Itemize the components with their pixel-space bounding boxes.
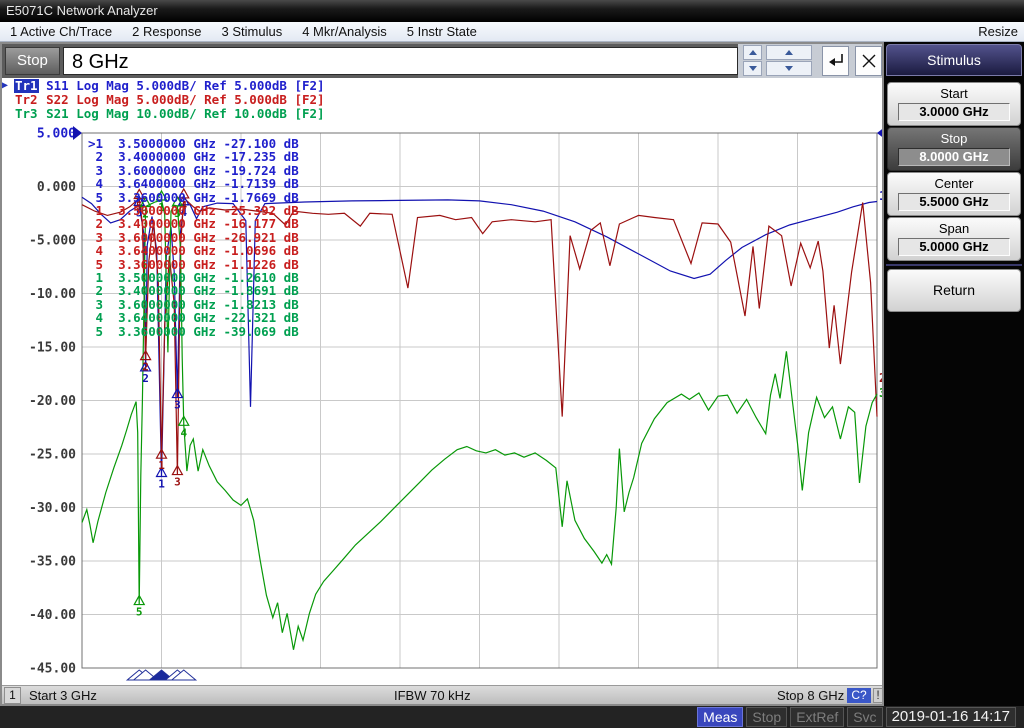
marker-number-label: 1 [158,459,165,472]
y-axis-tick-label: -5.000 [29,234,76,249]
trace-def-tr2[interactable]: Tr2 S22 Log Mag 5.000dB/ Ref 5.000dB [F2… [2,93,882,107]
arrow-down-icon [785,66,793,71]
e5071c-screen: E5071C Network Analyzer 1 Active Ch/Trac… [0,0,1024,728]
softkey-menu-title: Stimulus [886,44,1022,76]
softkey-span-label: Span [888,221,1020,236]
menu-stimulus[interactable]: 3 Stimulus [212,24,293,39]
softkey-return[interactable]: Return [887,269,1021,312]
trace-edge-label: 1 [879,189,882,203]
y-axis-tick-label: -25.00 [29,448,76,463]
ref-level-arrow-left-icon [73,126,82,140]
channel-start-label: Start 3 GHz [29,688,97,703]
active-trace-arrow-icon: ▶ [2,79,14,93]
trace1-def: S11 Log Mag 5.000dB/ Ref 5.000dB [F2] [39,79,325,93]
step-down-small-button[interactable] [743,61,762,76]
trace-definitions: ▶Tr1 S11 Log Mag 5.000dB/ Ref 5.000dB [F… [2,79,882,123]
status-meas: Meas [697,707,743,727]
softkey-sidebar: Stimulus Start 3.0000 GHz Stop 8.0000 GH… [884,42,1024,706]
y-axis-tick-label: 0.000 [37,180,76,195]
y-axis-tick-label: -30.00 [29,501,76,516]
marker-number-label: 2 [142,207,149,220]
menu-bar: 1 Active Ch/Trace 2 Response 3 Stimulus … [0,22,1024,42]
softkey-return-label: Return [933,282,975,298]
trace3-def: S21 Log Mag 10.00dB/ Ref 10.00dB [F2] [39,107,325,121]
marker-number-label: 3 [174,207,181,220]
softkey-center-label: Center [888,176,1020,191]
arrow-up-icon [785,50,793,55]
spacer [2,93,14,107]
softkey-separator [886,264,1022,266]
marker-number-label: 4 [180,426,187,439]
channel-number-badge: 1 [4,687,21,704]
trace2-id: Tr2 [14,93,39,107]
step-up-button[interactable] [766,45,812,60]
instrument-status-bar: Meas Stop ExtRef Svc 2019-01-16 14:17 [0,706,1024,728]
y-axis-tick-label: -45.00 [29,662,76,677]
y-axis-tick-label: 5.000 [37,127,76,142]
marker-number-label: 1 [158,477,165,490]
graph-area: 5.000 0.000 -5.000 -10.00 -15.00 -20.00 -25.00… [2,123,882,688]
softkey-span-value: 5.0000 GHz [898,238,1010,256]
trace-edge-label: 3 [879,386,882,400]
arrow-up-icon [749,50,757,55]
y-axis-tick-label: -15.00 [29,341,76,356]
status-datetime: 2019-01-16 14:17 [886,707,1016,727]
marker-number-label: 1 [158,201,165,214]
y-axis-tick-label: -20.00 [29,394,76,409]
marker-number-label: 2 [142,361,149,374]
spacer [2,107,14,121]
status-extref: ExtRef [790,707,844,727]
softkey-start-value: 3.0000 GHz [898,103,1010,121]
status-svc: Svc [847,707,882,727]
entry-bar: Stop 8 GHz [2,44,882,78]
close-icon [862,54,876,68]
correction-status-badge: C? [847,688,871,703]
menu-response[interactable]: 2 Response [122,24,211,39]
menu-mkr-analysis[interactable]: 4 Mkr/Analysis [292,24,397,39]
main-window: Stop 8 GHz [0,42,884,706]
channel-status-bar: 1 Start 3 GHz IFBW 70 kHz Stop 8 GHz C? … [2,685,882,704]
softkey-stop-label: Stop [888,131,1020,146]
warning-badge: ! [873,688,883,703]
softkey-center-value: 5.5000 GHz [898,193,1010,211]
menu-active-ch-trace[interactable]: 1 Active Ch/Trace [0,24,122,39]
marker-number-label: 5 [136,606,143,619]
channel-ifbw-label: IFBW 70 kHz [394,688,471,703]
trace-def-tr3[interactable]: Tr3 S21 Log Mag 10.00dB/ Ref 10.00dB [F2… [2,107,882,121]
trace1-id: Tr1 [14,79,39,93]
trace3-id: Tr3 [14,107,39,121]
marker-number-label: 3 [174,399,181,412]
marker-number-label: 3 [174,476,181,489]
enter-button[interactable] [822,46,849,76]
window-title: E5071C Network Analyzer [6,3,158,18]
softkey-span[interactable]: Span 5.0000 GHz [887,217,1021,261]
trace2-def: S22 Log Mag 5.000dB/ Ref 5.000dB [F2] [39,93,325,107]
channel-stop-label: Stop 8 GHz [777,688,844,703]
menu-resize[interactable]: Resize [972,24,1024,39]
step-up-small-button[interactable] [743,45,762,60]
y-axis-tick-label: -40.00 [29,608,76,623]
entry-close-button[interactable] [855,46,882,76]
entry-parameter-label: Stop [5,47,60,75]
y-axis-tick-label: -35.00 [29,555,76,570]
step-down-button[interactable] [766,61,812,76]
ref-level-arrow-right-icon [877,126,882,140]
marker-number-label: 2 [142,372,149,385]
entry-button-panel [738,44,882,78]
softkey-stop[interactable]: Stop 8.0000 GHz [887,127,1021,171]
y-axis-tick-label: -10.00 [29,287,76,302]
title-bar: E5071C Network Analyzer [0,0,1024,22]
softkey-start[interactable]: Start 3.0000 GHz [887,82,1021,126]
trace-def-tr1[interactable]: ▶Tr1 S11 Log Mag 5.000dB/ Ref 5.000dB [F… [2,79,882,93]
chart-svg: 5.000 0.000 -5.000 -10.00 -15.00 -20.00 -25.00… [2,123,882,688]
status-stop: Stop [746,707,787,727]
arrow-down-icon [749,66,757,71]
menu-instr-state[interactable]: 5 Instr State [397,24,487,39]
softkey-start-label: Start [888,86,1020,101]
trace-edge-label: 2 [879,371,882,385]
entry-value-input[interactable]: 8 GHz [63,47,738,75]
softkey-center[interactable]: Center 5.5000 GHz [887,172,1021,216]
softkey-stop-value: 8.0000 GHz [898,148,1010,166]
enter-arrow-icon [827,53,845,69]
